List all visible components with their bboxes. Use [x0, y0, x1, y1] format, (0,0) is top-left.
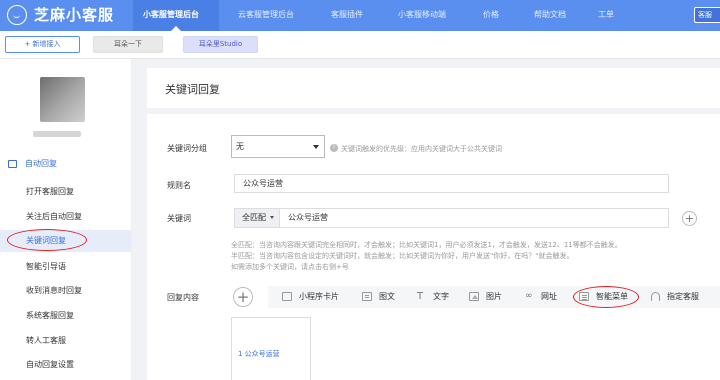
page-title: 关键词回复 [165, 83, 220, 96]
tab-label: 指定客服 [667, 292, 699, 301]
sidebar-item-message-reply[interactable]: 收到消息时回复 [0, 280, 131, 302]
sidebar-item-keyword-reply[interactable]: 关键词回复 [0, 230, 131, 252]
tab-smart-menu[interactable]: 智能菜单 [579, 291, 628, 302]
group-label: 关键词分组 [167, 144, 207, 153]
logo[interactable]: 芝麻小客服 [7, 4, 114, 25]
logo-text: 芝麻小客服 [34, 6, 115, 24]
avatar [40, 77, 85, 122]
account-name-blurred [33, 131, 81, 137]
tab-label: 网址 [541, 292, 557, 301]
reply-type-tabs: 小程序卡片 图文 T 文字 图片 ∞ 网址 智能菜单 指定客服 [268, 286, 720, 308]
account-tab-2[interactable]: 耳朵里Studio [183, 36, 258, 53]
keyword-label: 关键词 [167, 214, 191, 223]
sidebar-item-transfer-human[interactable]: 转人工客服 [0, 330, 131, 352]
headset-icon [651, 292, 660, 301]
nav-item-mobile[interactable]: 小客服移动端 [398, 9, 446, 20]
nav-item-cloud-admin[interactable]: 云客服管理后台 [238, 9, 294, 20]
reply-preview-card[interactable]: 1 公众号运营 [231, 317, 311, 380]
group-select-value: 无 [236, 142, 244, 151]
rule-name-input[interactable]: 公众号运营 [234, 174, 669, 193]
sidebar-item-smart-guide[interactable]: 智能引导语 [0, 256, 131, 278]
sidebar-section-label: 自动回复 [25, 159, 57, 168]
add-access-button[interactable]: + 新增接入 [5, 36, 80, 53]
match-type-value: 全匹配 [242, 213, 266, 222]
nav-item-admin[interactable]: 小客服管理后台 [143, 9, 199, 20]
nav-item-ticket[interactable]: 工单 [598, 9, 614, 20]
nav-item-plugin[interactable]: 客服插件 [331, 9, 363, 20]
match-desc-partial: 半匹配：当咨询内容包含设定的关键词时，就会触发；比如关键词为你好，用户发送"你好… [231, 252, 574, 260]
account-tab-1[interactable]: 耳朵一下 [93, 36, 163, 53]
tab-text[interactable]: T 文字 [417, 291, 449, 302]
sidebar-item-reply-settings[interactable]: 自动回复设置 [0, 354, 131, 376]
rule-name-label: 规则名 [167, 181, 191, 190]
keyword-reply-form: 关键词分组 无 ! 关键词触发的优先级：应用内关键词大于公共关键词 规则名 公众… [147, 114, 720, 380]
image-icon [469, 292, 479, 301]
sidebar-item-system-reply[interactable]: 系统客服回复 [0, 305, 131, 327]
nav-item-price[interactable]: 价格 [483, 9, 499, 20]
group-hint: 关键词触发的优先级：应用内关键词大于公共关键词 [341, 145, 502, 153]
add-reply-button[interactable]: + [233, 287, 253, 307]
menu-icon [579, 292, 589, 301]
link-icon: ∞ [525, 291, 533, 301]
sidebar: 自动回复 打开客服回复 关注后自动回复 关键词回复 智能引导语 收到消息时回复 … [0, 59, 132, 380]
tab-label: 图文 [379, 292, 395, 301]
reply-content-label: 回复内容 [167, 293, 199, 302]
tab-miniprogram-card[interactable]: 小程序卡片 [282, 291, 339, 302]
toolbar: + 新增接入 耳朵一下 耳朵里Studio [0, 31, 720, 59]
add-keyword-button[interactable]: + [682, 211, 697, 226]
sidebar-section-auto-reply[interactable]: 自动回复 [8, 158, 57, 169]
nav-item-docs[interactable]: 帮助文档 [534, 9, 566, 20]
tab-label: 智能菜单 [596, 292, 628, 301]
match-desc-full: 全匹配：当咨询内容跟关键词完全相同时，才会触发；比如关键词1，用户必须发送1，才… [231, 241, 622, 249]
smile-logo-icon [7, 4, 27, 25]
message-icon [8, 159, 17, 168]
sidebar-item-open-reply[interactable]: 打开客服回复 [0, 181, 131, 203]
match-desc-multi: 如需添加多个关键词，请点击右侧+号 [231, 263, 349, 271]
preview-text: 1 公众号运营 [238, 350, 280, 358]
text-icon: T [417, 291, 424, 302]
tab-assign-agent[interactable]: 指定客服 [651, 291, 699, 302]
top-nav: 芝麻小客服 小客服管理后台 云客服管理后台 客服插件 小客服移动端 价格 帮助文… [0, 0, 720, 32]
info-icon: ! [330, 144, 338, 152]
tab-label: 文字 [433, 292, 449, 301]
tab-label: 小程序卡片 [299, 292, 339, 301]
caret-down-icon [270, 216, 274, 219]
page-header: 关键词回复 [147, 68, 720, 108]
tab-image[interactable]: 图片 [469, 291, 502, 302]
group-select[interactable]: 无 [231, 135, 325, 158]
sidebar-item-follow-reply[interactable]: 关注后自动回复 [0, 206, 131, 228]
tab-label: 图片 [486, 292, 502, 301]
dropdown-arrow-icon [313, 145, 319, 149]
keyword-input[interactable]: 公众号运营 [280, 208, 669, 228]
article-icon [362, 292, 372, 301]
match-type-dropdown[interactable]: 全匹配 [234, 208, 280, 228]
tab-link[interactable]: ∞ 网址 [525, 291, 557, 302]
tab-article[interactable]: 图文 [362, 291, 395, 302]
miniprogram-card-icon [282, 292, 292, 301]
customer-service-button[interactable]: 客服 [694, 7, 720, 23]
